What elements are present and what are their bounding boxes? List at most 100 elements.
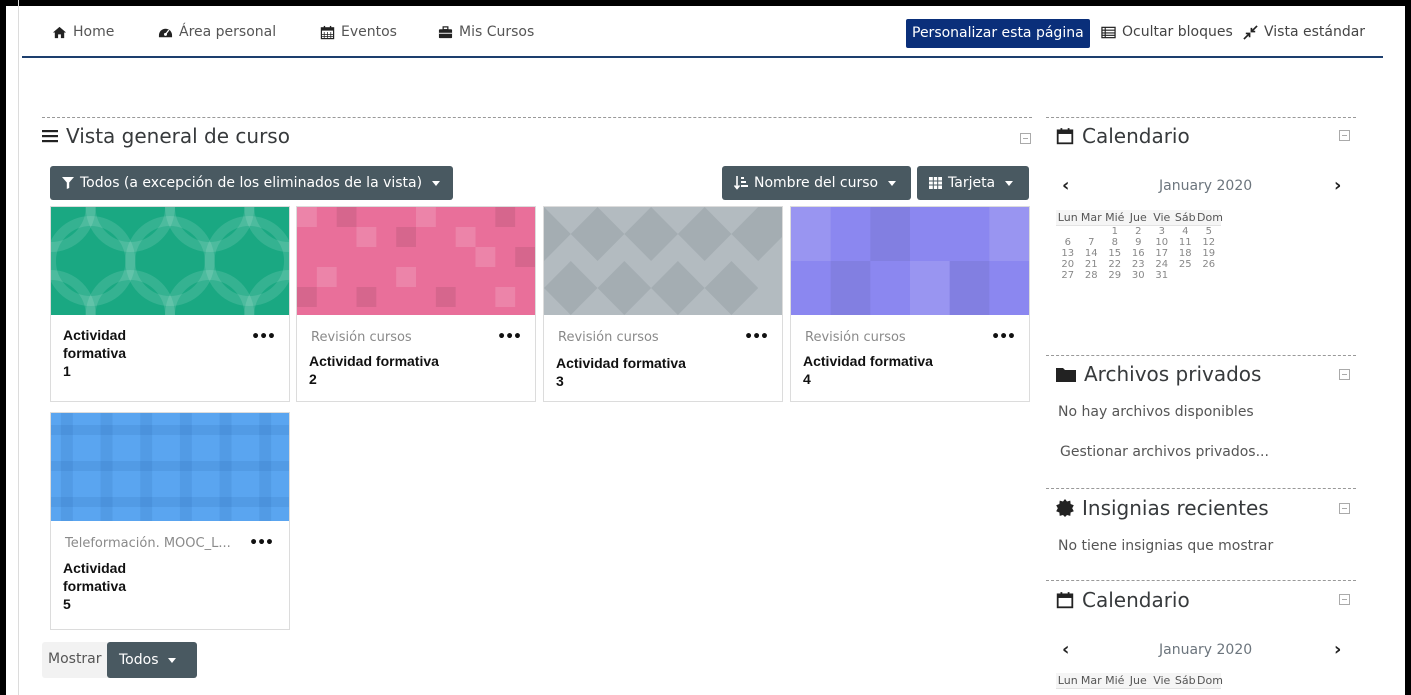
overview-title: Vista general de curso <box>42 124 290 148</box>
nav-area-personal[interactable]: Área personal <box>158 22 276 42</box>
more-actions-icon[interactable]: ••• <box>991 329 1016 345</box>
calendar-day[interactable]: 16 <box>1127 248 1151 259</box>
course-name[interactable]: Actividad formativa 5 <box>63 559 126 613</box>
calendar-day[interactable]: 24 <box>1150 259 1174 270</box>
overview-collapse-icon[interactable] <box>1020 133 1031 144</box>
calendar-icon <box>1056 592 1074 609</box>
course-image[interactable] <box>51 413 289 521</box>
sort-label: Nombre del curso <box>754 175 879 191</box>
private-files-collapse-icon[interactable] <box>1339 369 1350 380</box>
calendar-day[interactable]: 18 <box>1174 248 1198 259</box>
calendar-day[interactable]: 5 <box>1197 226 1221 237</box>
next-month-icon[interactable]: › <box>1334 639 1341 660</box>
calendar-day[interactable]: 12 <box>1197 237 1221 248</box>
calendar-day[interactable] <box>1056 226 1080 237</box>
calendar-day[interactable] <box>1197 270 1221 281</box>
nav-home-label: Home <box>73 24 115 40</box>
hide-blocks-button[interactable]: Ocultar bloques <box>1101 22 1233 42</box>
course-category: Revisión cursos <box>558 330 659 345</box>
course-image[interactable] <box>791 207 1029 315</box>
calendar-day[interactable]: 13 <box>1056 248 1080 259</box>
top-navigation: Home Área personal Eventos Mis Cursos Pe… <box>22 6 1383 58</box>
badges-title-text: Insignias recientes <box>1082 496 1269 520</box>
nav-home[interactable]: Home <box>52 22 114 42</box>
weekday: Lun <box>1057 674 1078 687</box>
calendar-day[interactable]: 20 <box>1056 259 1080 270</box>
chevron-down-icon <box>168 657 177 663</box>
nav-eventos-label: Eventos <box>341 24 397 40</box>
course-card[interactable]: Revisión cursos Actividad formativa 2 ••… <box>296 206 536 402</box>
course-category: Revisión cursos <box>805 330 906 345</box>
show-dropdown[interactable]: Todos <box>107 642 197 678</box>
calendar-day[interactable]: 9 <box>1127 237 1151 248</box>
filter-dropdown[interactable]: Todos (a excepción de los eliminados de … <box>50 166 453 200</box>
calendar-day[interactable]: 22 <box>1103 259 1127 270</box>
weekday: Mié <box>1105 674 1125 687</box>
more-actions-icon[interactable]: ••• <box>251 329 276 345</box>
course-card[interactable]: Teleformación. MOOC_L... Actividad forma… <box>50 412 290 630</box>
calendar-day[interactable]: 23 <box>1127 259 1151 270</box>
manage-files-link[interactable]: Gestionar archivos privados... <box>1060 444 1269 460</box>
calendar-day[interactable]: 27 <box>1056 270 1080 281</box>
badges-divider <box>1046 488 1356 489</box>
calendar-day[interactable]: 2 <box>1127 226 1151 237</box>
nav-mis-cursos[interactable]: Mis Cursos <box>438 22 534 42</box>
calendar2-collapse-icon[interactable] <box>1339 594 1350 605</box>
more-actions-icon[interactable]: ••• <box>744 329 769 345</box>
course-name[interactable]: Actividad formativa 4 <box>803 352 933 388</box>
calendar-day[interactable]: 19 <box>1197 248 1221 259</box>
course-name-line: Actividad <box>63 560 127 576</box>
calendar-day[interactable]: 7 <box>1080 237 1104 248</box>
calendar-day[interactable]: 6 <box>1056 237 1080 248</box>
prev-month-icon[interactable]: ‹ <box>1062 639 1069 660</box>
calendar-day[interactable]: 30 <box>1127 270 1151 281</box>
calendar-day[interactable]: 21 <box>1080 259 1104 270</box>
calendar-day[interactable]: 15 <box>1103 248 1127 259</box>
nav-mis-cursos-label: Mis Cursos <box>459 24 535 40</box>
calendar-day[interactable]: 10 <box>1150 237 1174 248</box>
calendar-day[interactable] <box>1174 270 1198 281</box>
calendar-day[interactable]: 17 <box>1150 248 1174 259</box>
calendar-day[interactable]: 1 <box>1103 226 1127 237</box>
course-image[interactable] <box>6 162 334 360</box>
calendar-day[interactable]: 26 <box>1197 259 1221 270</box>
standard-view-button[interactable]: Vista estándar <box>1243 22 1365 42</box>
calendar-day[interactable]: 31 <box>1150 270 1174 281</box>
calendar-day[interactable]: 25 <box>1174 259 1198 270</box>
course-name[interactable]: Actividad formativa 3 <box>556 354 686 390</box>
more-actions-icon[interactable]: ••• <box>249 535 274 551</box>
weekday: Mar <box>1080 211 1102 224</box>
calendar-day[interactable]: 8 <box>1103 237 1127 248</box>
course-name[interactable]: Actividad formativa 1 <box>63 326 126 380</box>
calendar2-title-text: Calendario <box>1082 588 1190 612</box>
course-name-line: Actividad formativa <box>309 353 439 369</box>
calendar-week: 1 2 3 4 5 <box>1056 226 1221 237</box>
next-month-icon[interactable]: › <box>1334 175 1341 196</box>
calendar-day[interactable] <box>1080 226 1104 237</box>
show-label: Mostrar <box>48 651 102 667</box>
course-name-line: formativa <box>63 345 127 361</box>
sort-dropdown[interactable]: Nombre del curso <box>722 166 911 200</box>
calendar-title: Calendario <box>1056 124 1190 148</box>
course-name-line: 3 <box>556 373 564 389</box>
calendar-day[interactable]: 4 <box>1174 226 1198 237</box>
badges-collapse-icon[interactable] <box>1339 503 1350 514</box>
calendar-day[interactable]: 28 <box>1080 270 1104 281</box>
course-image[interactable] <box>544 207 782 315</box>
calendar-day[interactable]: 14 <box>1080 248 1104 259</box>
nav-eventos[interactable]: Eventos <box>320 22 397 42</box>
customize-page-button[interactable]: Personalizar esta página <box>906 19 1090 48</box>
course-card[interactable]: Revisión cursos Actividad formativa 3 ••… <box>543 206 783 402</box>
chevron-down-icon <box>1005 180 1014 186</box>
view-dropdown[interactable]: Tarjeta <box>917 166 1029 200</box>
prev-month-icon[interactable]: ‹ <box>1062 175 1069 196</box>
course-card[interactable]: Actividad formativa 1 ••• <box>6 162 334 402</box>
calendar-day[interactable]: 11 <box>1174 237 1198 248</box>
calendar-collapse-icon[interactable] <box>1339 130 1350 141</box>
course-name[interactable]: Actividad formativa 2 <box>309 352 439 388</box>
course-card[interactable]: Revisión cursos Actividad formativa 4 ••… <box>790 206 1030 402</box>
course-image[interactable] <box>297 207 535 315</box>
calendar-day[interactable]: 29 <box>1103 270 1127 281</box>
calendar-day[interactable]: 3 <box>1150 226 1174 237</box>
more-actions-icon[interactable]: ••• <box>497 329 522 345</box>
